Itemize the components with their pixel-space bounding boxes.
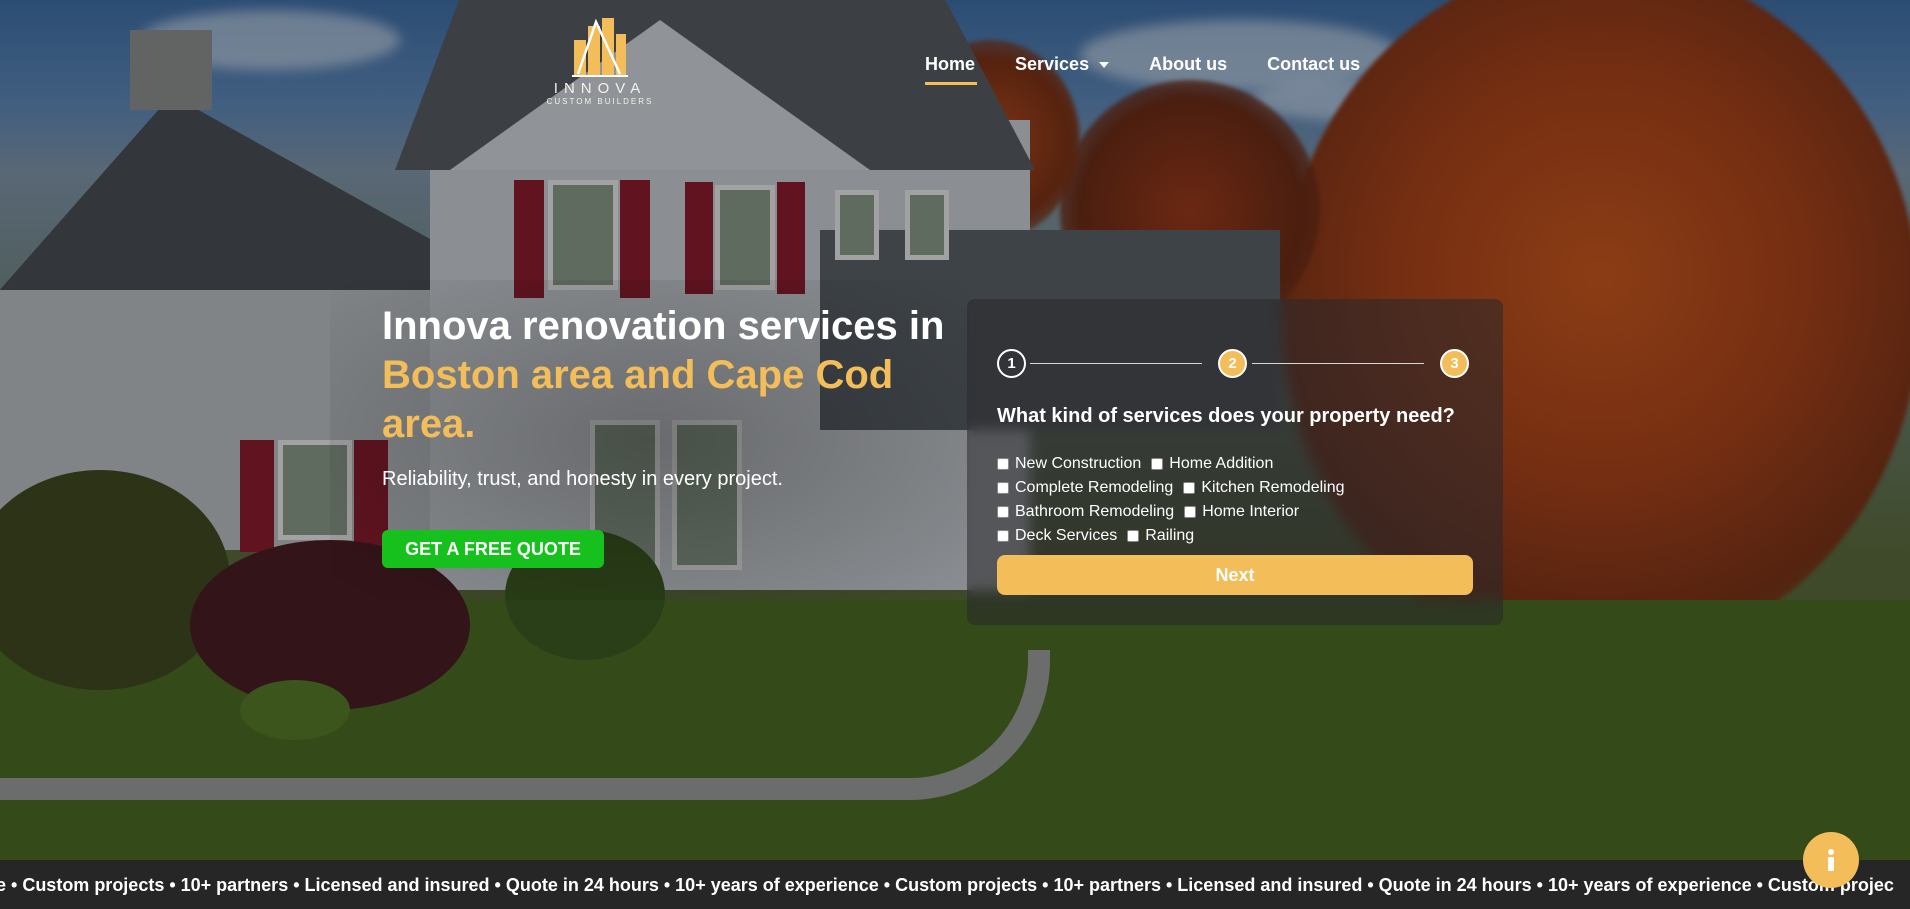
- headline-highlight: Boston area and Cape Cod area.: [382, 353, 894, 446]
- hero-headline: Innova renovation services in Boston are…: [382, 302, 962, 449]
- logo-buildings-icon: [572, 18, 628, 77]
- option-new-construction[interactable]: New Construction: [997, 455, 1141, 473]
- quote-form: 1 2 3 What kind of services does your pr…: [967, 299, 1503, 625]
- site-logo[interactable]: INNOVA CUSTOM BUILDERS: [540, 14, 660, 114]
- checkbox[interactable]: [1151, 458, 1164, 470]
- logo-subtitle: CUSTOM BUILDERS: [546, 97, 654, 106]
- option-bathroom-remodeling[interactable]: Bathroom Remodeling: [997, 503, 1174, 521]
- option-row: Bathroom Remodeling Home Interior: [997, 500, 1477, 524]
- checkbox[interactable]: [997, 482, 1009, 494]
- option-label: Home Addition: [1169, 455, 1274, 472]
- checkbox[interactable]: [1127, 530, 1140, 542]
- get-free-quote-button[interactable]: GET A FREE QUOTE: [382, 530, 604, 568]
- form-steps: 1 2 3: [997, 349, 1473, 379]
- hero-tagline: Reliability, trust, and honesty in every…: [382, 468, 783, 490]
- checkbox[interactable]: [1183, 482, 1196, 494]
- option-label: Complete Remodeling: [1015, 479, 1174, 496]
- nav-home[interactable]: Home: [925, 50, 978, 85]
- step-2: 2: [1218, 349, 1247, 378]
- nav-contact-us[interactable]: Contact us: [1267, 50, 1360, 79]
- option-label: Home Interior: [1202, 503, 1300, 520]
- info-button[interactable]: [1803, 832, 1859, 888]
- step-connector: [1252, 363, 1424, 364]
- marquee-ticker: e • Custom projects • 10+ partners • Lic…: [0, 860, 1910, 909]
- option-row: Complete Remodeling Kitchen Remodeling: [997, 476, 1477, 500]
- checkbox[interactable]: [1184, 506, 1197, 518]
- option-row: Deck Services Railing: [997, 524, 1477, 548]
- step-connector: [1030, 363, 1202, 364]
- step-1: 1: [997, 349, 1026, 378]
- checkbox[interactable]: [997, 458, 1009, 470]
- option-label: Railing: [1145, 527, 1195, 544]
- next-button[interactable]: Next: [997, 555, 1473, 595]
- option-label: Kitchen Remodeling: [1201, 479, 1345, 496]
- logo-name: INNOVA: [553, 80, 647, 97]
- option-label: Deck Services: [1015, 527, 1118, 544]
- option-complete-remodeling[interactable]: Complete Remodeling: [997, 479, 1173, 497]
- main-nav: Home Services About us Contact us: [925, 50, 1400, 85]
- option-label: Bathroom Remodeling: [1015, 503, 1175, 520]
- option-kitchen-remodeling[interactable]: Kitchen Remodeling: [1183, 479, 1345, 497]
- nav-services[interactable]: Services: [1015, 50, 1110, 79]
- nav-services-label: Services: [1015, 54, 1090, 74]
- step-3: 3: [1440, 349, 1469, 378]
- option-railing[interactable]: Railing: [1127, 527, 1194, 545]
- checkbox[interactable]: [997, 530, 1009, 542]
- option-row: New Construction Home Addition: [997, 452, 1477, 476]
- form-question: What kind of services does your property…: [997, 405, 1455, 427]
- ticker-text: e • Custom projects • 10+ partners • Lic…: [0, 875, 1894, 895]
- headline-text: Innova renovation services in: [382, 304, 945, 348]
- service-options: New Construction Home Addition Complete …: [997, 452, 1477, 548]
- nav-about-us[interactable]: About us: [1149, 50, 1227, 79]
- option-home-addition[interactable]: Home Addition: [1151, 455, 1273, 473]
- option-deck-services[interactable]: Deck Services: [997, 527, 1117, 545]
- chevron-down-icon: [1099, 62, 1110, 69]
- option-label: New Construction: [1015, 455, 1142, 472]
- checkbox[interactable]: [997, 506, 1009, 518]
- info-icon: [1828, 849, 1834, 871]
- option-home-interior[interactable]: Home Interior: [1184, 503, 1299, 521]
